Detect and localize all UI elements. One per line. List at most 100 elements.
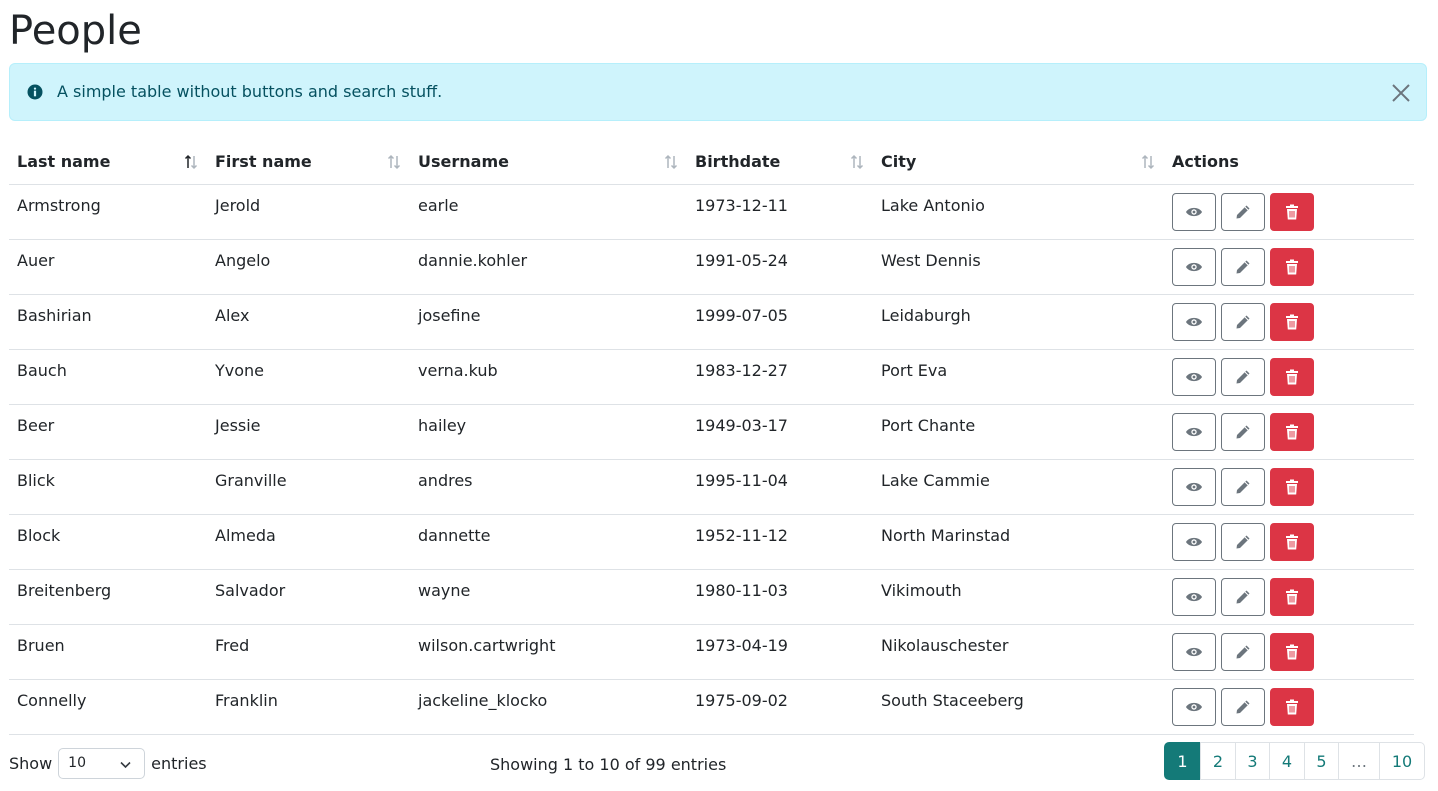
- cell-actions: [1164, 404, 1414, 460]
- table-row: Connelly Franklin jackeline_klocko 1975-09-…: [9, 679, 1414, 735]
- view-button[interactable]: [1172, 632, 1216, 671]
- cell-username: andres: [410, 459, 687, 515]
- chevron-down-icon: [120, 761, 131, 769]
- cell-last: Bashirian: [9, 294, 207, 350]
- table-row: Bruen Fred wilson.cartwright 1973-04-19 Niko…: [9, 624, 1414, 680]
- page-link-10[interactable]: 10: [1379, 742, 1425, 780]
- view-button[interactable]: [1172, 577, 1216, 616]
- cell-actions: [1164, 624, 1414, 680]
- delete-button[interactable]: [1270, 577, 1314, 616]
- column-header-3[interactable]: Birthdate: [687, 140, 873, 185]
- page-title: People: [9, 8, 142, 54]
- cell-first: Franklin: [207, 679, 410, 735]
- pagination: 1 2 3 4 5… 10: [1164, 742, 1425, 780]
- cell-city: Lake Cammie: [873, 459, 1164, 515]
- view-button[interactable]: [1172, 687, 1216, 726]
- cell-actions: [1164, 184, 1414, 240]
- cell-actions: [1164, 239, 1414, 295]
- cell-birthdate: 1980-11-03: [687, 569, 873, 625]
- delete-button[interactable]: [1270, 522, 1314, 561]
- edit-button[interactable]: [1221, 247, 1265, 286]
- cell-actions: [1164, 349, 1414, 405]
- view-button[interactable]: [1172, 192, 1216, 231]
- table-row: Auer Angelo dannie.kohler 1991-05-24 West De…: [9, 239, 1414, 295]
- cell-last: Auer: [9, 239, 207, 295]
- view-button[interactable]: [1172, 467, 1216, 506]
- cell-birthdate: 1999-07-05: [687, 294, 873, 350]
- edit-button[interactable]: [1221, 192, 1265, 231]
- table-row: Bashirian Alex josefine 1999-07-05 Leidaburg…: [9, 294, 1414, 350]
- edit-button[interactable]: [1221, 522, 1265, 561]
- cell-username: jackeline_klocko: [410, 679, 687, 735]
- edit-button[interactable]: [1221, 577, 1265, 616]
- cell-first: Angelo: [207, 239, 410, 295]
- cell-city: Nikolauschester: [873, 624, 1164, 680]
- column-header-1[interactable]: First name: [207, 140, 410, 185]
- column-header-4[interactable]: City: [873, 140, 1164, 185]
- view-button[interactable]: [1172, 522, 1216, 561]
- delete-button[interactable]: [1270, 467, 1314, 506]
- column-header-0[interactable]: Last name: [9, 140, 207, 185]
- close-icon[interactable]: [1390, 82, 1412, 104]
- cell-username: wayne: [410, 569, 687, 625]
- cell-city: Vikimouth: [873, 569, 1164, 625]
- view-button[interactable]: [1172, 247, 1216, 286]
- cell-username: earle: [410, 184, 687, 240]
- cell-actions: [1164, 459, 1414, 515]
- cell-last: Blick: [9, 459, 207, 515]
- view-button[interactable]: [1172, 302, 1216, 341]
- edit-button[interactable]: [1221, 357, 1265, 396]
- column-header-5: Actions: [1164, 140, 1414, 185]
- page-size-control: Show 10 entries: [9, 748, 207, 779]
- cell-city: Leidaburgh: [873, 294, 1164, 350]
- delete-button[interactable]: [1270, 302, 1314, 341]
- edit-button[interactable]: [1221, 687, 1265, 726]
- cell-first: Salvador: [207, 569, 410, 625]
- table-row: Blick Granville andres 1995-11-04 Lake Cammi…: [9, 459, 1414, 515]
- cell-first: Jessie: [207, 404, 410, 460]
- cell-actions: [1164, 679, 1414, 735]
- delete-button[interactable]: [1270, 247, 1314, 286]
- cell-birthdate: 1983-12-27: [687, 349, 873, 405]
- cell-last: Breitenberg: [9, 569, 207, 625]
- page-link-4[interactable]: 4: [1269, 742, 1305, 780]
- view-button[interactable]: [1172, 412, 1216, 451]
- entries-label: entries: [151, 754, 207, 773]
- delete-button[interactable]: [1270, 357, 1314, 396]
- cell-city: North Marinstad: [873, 514, 1164, 570]
- cell-username: wilson.cartwright: [410, 624, 687, 680]
- delete-button[interactable]: [1270, 687, 1314, 726]
- page-size-select[interactable]: 10: [58, 748, 146, 779]
- edit-button[interactable]: [1221, 412, 1265, 451]
- cell-city: Lake Antonio: [873, 184, 1164, 240]
- view-button[interactable]: [1172, 357, 1216, 396]
- page-link-2[interactable]: 2: [1200, 742, 1236, 780]
- edit-button[interactable]: [1221, 632, 1265, 671]
- edit-button[interactable]: [1221, 302, 1265, 341]
- page-link-5[interactable]: 5: [1304, 742, 1339, 780]
- delete-button[interactable]: [1270, 632, 1314, 671]
- column-header-2[interactable]: Username: [410, 140, 687, 185]
- cell-birthdate: 1975-09-02: [687, 679, 873, 735]
- cell-first: Jerold: [207, 184, 410, 240]
- cell-username: hailey: [410, 404, 687, 460]
- cell-last: Bruen: [9, 624, 207, 680]
- column-header-label: Birthdate: [695, 152, 781, 172]
- cell-first: Fred: [207, 624, 410, 680]
- page-link-3[interactable]: 3: [1235, 742, 1270, 780]
- sort-icon: [184, 154, 198, 170]
- delete-button[interactable]: [1270, 412, 1314, 451]
- info-icon: [27, 84, 43, 100]
- delete-button[interactable]: [1270, 192, 1314, 231]
- page-link-1[interactable]: 1: [1164, 742, 1201, 780]
- show-label: Show: [9, 754, 53, 773]
- edit-button[interactable]: [1221, 467, 1265, 506]
- page-size-value: 10: [68, 755, 86, 771]
- sort-icon: [664, 154, 678, 170]
- cell-birthdate: 1952-11-12: [687, 514, 873, 570]
- cell-actions: [1164, 569, 1414, 625]
- cell-birthdate: 1991-05-24: [687, 239, 873, 295]
- column-header-label: City: [881, 152, 917, 172]
- cell-last: Block: [9, 514, 207, 570]
- sort-icon: [850, 154, 864, 170]
